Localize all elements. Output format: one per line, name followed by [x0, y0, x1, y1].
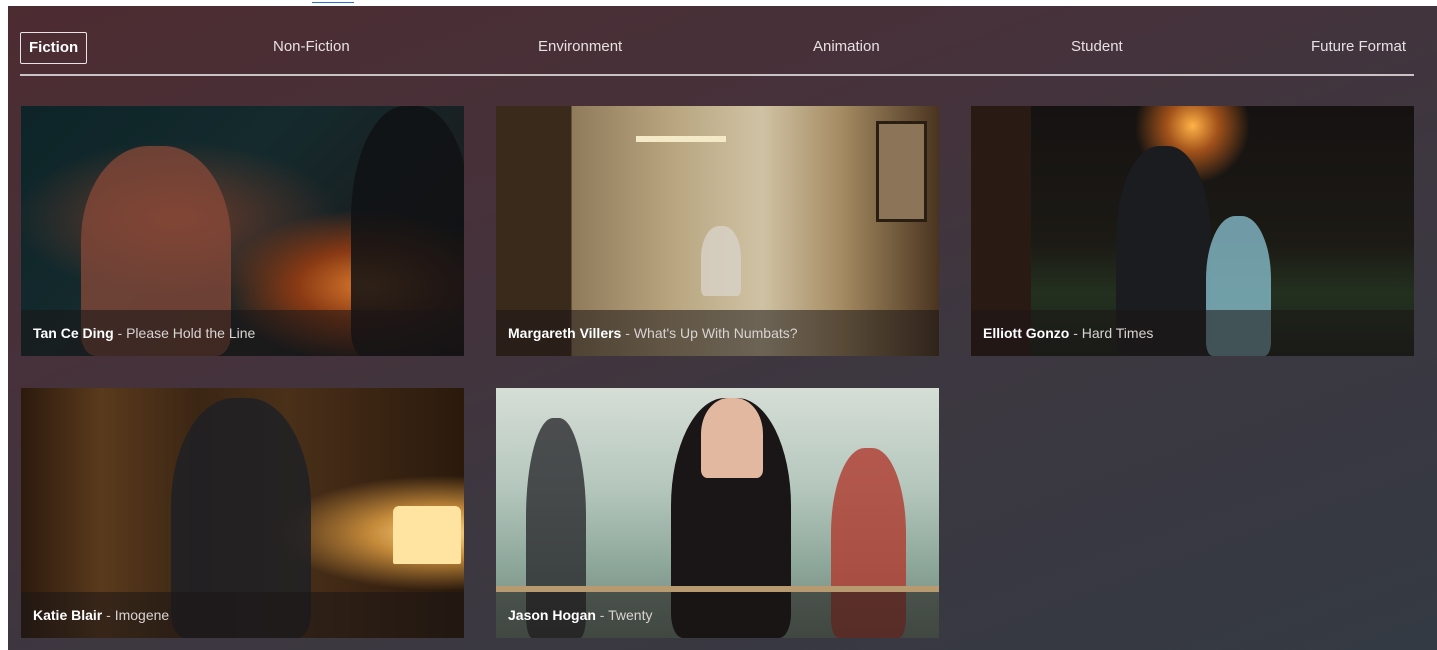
tab-future-format[interactable]: Future Format [1311, 32, 1406, 62]
top-link-underline[interactable] [312, 0, 354, 3]
caption-separator: - [1069, 325, 1082, 341]
film-tile[interactable]: Katie Blair - Imogene [21, 388, 464, 638]
film-tile[interactable]: Margareth Villers - What's Up With Numba… [496, 106, 939, 356]
director-name: Elliott Gonzo [983, 325, 1070, 341]
director-name: Jason Hogan [508, 607, 596, 623]
tab-student[interactable]: Student [1071, 32, 1123, 62]
film-caption: Tan Ce Ding - Please Hold the Line [21, 310, 464, 356]
film-tile[interactable]: Jason Hogan - Twenty [496, 388, 939, 638]
film-title: What's Up With Numbats? [633, 325, 798, 341]
director-name: Katie Blair [33, 607, 103, 623]
director-name: Margareth Villers [508, 325, 622, 341]
film-title: Please Hold the Line [126, 325, 256, 341]
caption-separator: - [595, 607, 609, 623]
film-title: Imogene [114, 607, 170, 623]
tab-animation[interactable]: Animation [813, 32, 880, 62]
film-tile[interactable]: Tan Ce Ding - Please Hold the Line [21, 106, 464, 356]
director-name: Tan Ce Ding [33, 325, 114, 341]
category-nav: Fiction Non-Fiction Environment Animatio… [20, 28, 1414, 76]
caption-separator: - [113, 325, 127, 341]
film-caption: Katie Blair - Imogene [21, 592, 464, 638]
film-title: Twenty [608, 607, 653, 623]
caption-separator: - [621, 325, 634, 341]
film-tile[interactable]: Elliott Gonzo - Hard Times [971, 106, 1414, 356]
film-caption: Margareth Villers - What's Up With Numba… [496, 310, 939, 356]
film-title: Hard Times [1081, 325, 1154, 341]
film-gallery: Fiction Non-Fiction Environment Animatio… [8, 6, 1437, 650]
film-caption: Elliott Gonzo - Hard Times [971, 310, 1414, 356]
caption-separator: - [102, 607, 115, 623]
tab-environment[interactable]: Environment [538, 32, 622, 62]
tab-non-fiction[interactable]: Non-Fiction [273, 32, 350, 62]
film-caption: Jason Hogan - Twenty [496, 592, 939, 638]
tab-fiction[interactable]: Fiction [20, 32, 88, 64]
